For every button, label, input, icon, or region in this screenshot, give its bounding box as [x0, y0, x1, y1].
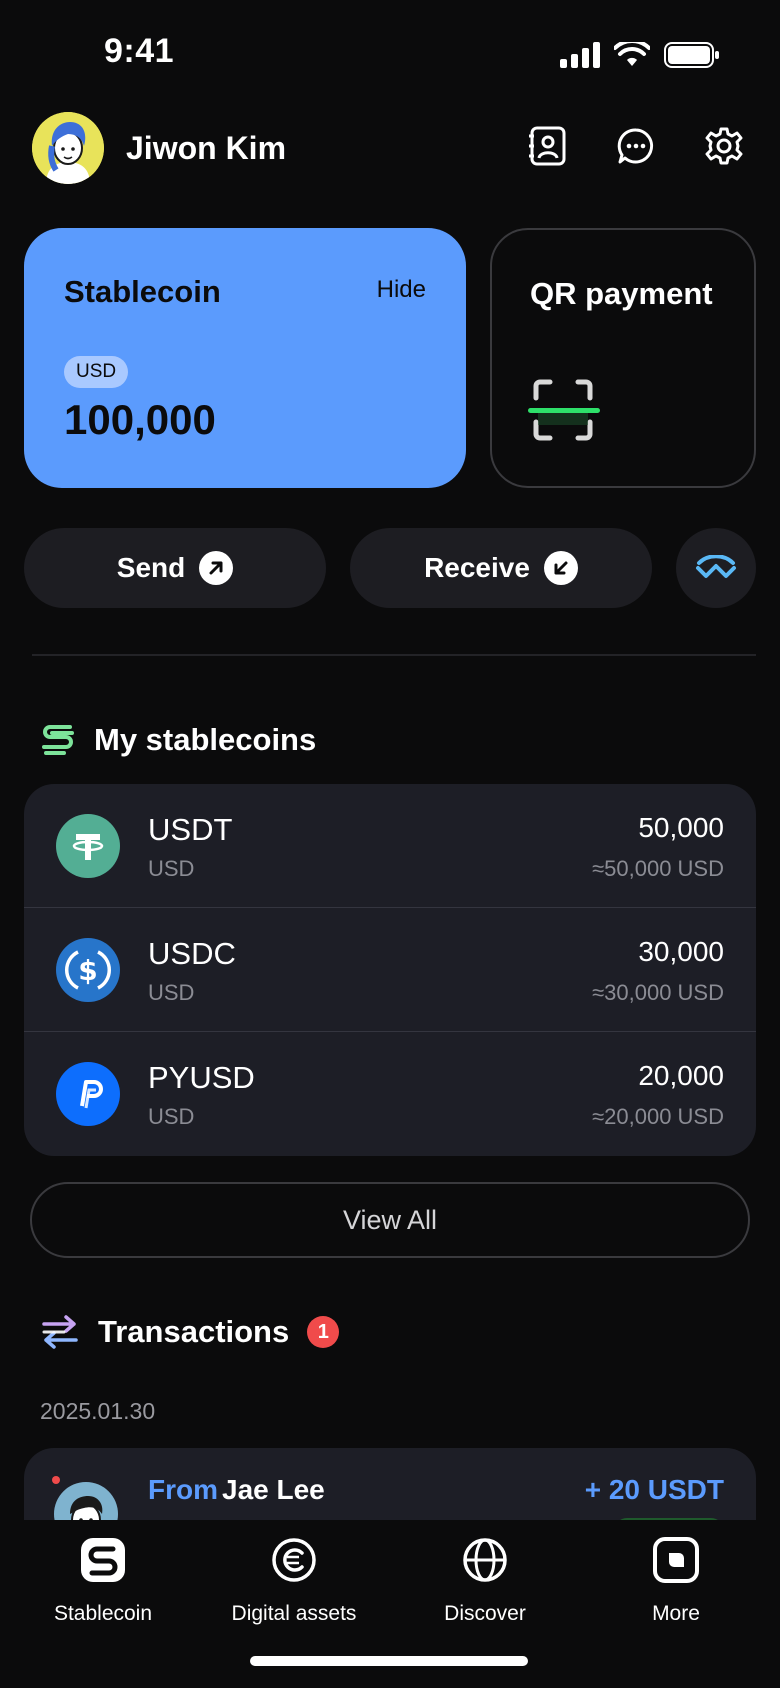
transactions-header: Transactions 1	[40, 1310, 340, 1354]
header-actions	[524, 122, 748, 170]
tab-label: More	[652, 1602, 700, 1625]
view-all-button[interactable]: View All	[30, 1182, 750, 1258]
battery-icon	[664, 42, 719, 68]
coin-name: USDC	[148, 936, 236, 971]
user-name: Jiwon Kim	[126, 130, 287, 166]
tab-digital-assets[interactable]: Digital assets	[199, 1536, 389, 1626]
tether-icon	[56, 814, 120, 878]
digital-assets-icon	[270, 1536, 318, 1584]
hide-balance-button[interactable]: Hide	[377, 276, 426, 304]
coin-amount: 50,000	[638, 812, 724, 843]
status-bar: 9:41	[0, 0, 780, 100]
coin-row-pyusd[interactable]: PYUSD USD 20,000 ≈20,000 USD	[24, 1032, 756, 1156]
currency-badge: USD	[64, 356, 129, 388]
coin-name: PYUSD	[148, 1060, 255, 1095]
qr-card-title: QR payment	[530, 276, 713, 311]
transaction-date: 2025.01.30	[40, 1398, 156, 1424]
signal-icon	[560, 42, 600, 68]
coin-list: USDT USD 50,000 ≈50,000 USD $ USDC USD 3…	[24, 784, 756, 1156]
paypal-icon	[56, 1062, 120, 1126]
transfer-arrows-icon	[42, 1315, 78, 1349]
contacts-icon	[529, 126, 566, 166]
arrow-down-left-icon	[543, 551, 578, 585]
divider	[32, 654, 756, 656]
stablecoin-s-icon	[42, 725, 74, 755]
coin-approx-value: ≈50,000 USD	[592, 856, 724, 881]
settings-button[interactable]	[700, 122, 748, 170]
tab-stablecoin[interactable]: Stablecoin	[8, 1536, 198, 1626]
coin-currency: USD	[148, 856, 195, 881]
wifi-icon	[614, 42, 650, 66]
chat-icon	[617, 128, 654, 164]
coin-row-usdt[interactable]: USDT USD 50,000 ≈50,000 USD	[24, 784, 756, 908]
contacts-button[interactable]	[524, 122, 572, 170]
coin-row-usdc[interactable]: $ USDC USD 30,000 ≈30,000 USD	[24, 908, 756, 1032]
receive-label: Receive	[424, 552, 530, 583]
tab-discover[interactable]: Discover	[390, 1536, 580, 1626]
arrow-up-right-icon	[199, 551, 234, 585]
coin-amount: 30,000	[638, 936, 724, 967]
tab-label: Stablecoin	[53, 1602, 153, 1625]
transaction-amount: + 20 USDT	[584, 1474, 724, 1505]
coin-currency: USD	[148, 980, 195, 1005]
stablecoin-icon	[79, 1536, 127, 1584]
qr-scan-icon	[528, 378, 600, 447]
qr-payment-card[interactable]: QR payment	[490, 228, 756, 488]
send-button[interactable]: Send	[24, 528, 326, 608]
tab-label: Discover	[444, 1602, 526, 1625]
balance-amount: 100,000	[64, 396, 216, 443]
receive-button[interactable]: Receive	[350, 528, 652, 608]
my-stablecoins-header: My stablecoins	[40, 718, 316, 762]
my-stablecoins-title: My stablecoins	[94, 722, 317, 757]
coin-approx-value: ≈20,000 USD	[592, 1104, 724, 1129]
more-icon	[652, 1536, 700, 1584]
stablecoin-card-title: Stablecoin	[64, 274, 221, 309]
coin-currency: USD	[148, 1104, 195, 1129]
stablecoin-balance-card[interactable]: Stablecoin Hide USD 100,000	[24, 228, 466, 488]
notification-badge: 1	[307, 1316, 340, 1348]
header: Jiwon Kim	[32, 112, 748, 188]
transactions-title: Transactions	[98, 1314, 290, 1349]
status-icons	[560, 42, 720, 68]
usdc-icon: $	[56, 938, 120, 1002]
coin-name: USDT	[148, 812, 233, 847]
coin-approx-value: ≈30,000 USD	[592, 980, 724, 1005]
avatar[interactable]	[32, 112, 104, 184]
coin-amount: 20,000	[638, 1060, 724, 1091]
walletconnect-button[interactable]	[676, 528, 756, 608]
tab-more[interactable]: More	[581, 1536, 771, 1626]
gear-icon	[705, 127, 743, 165]
home-indicator	[250, 1656, 528, 1666]
walletconnect-icon	[696, 555, 736, 578]
unread-dot	[52, 1476, 60, 1484]
transaction-counterparty: Jae Lee	[222, 1474, 325, 1505]
svg-text:$: $	[78, 954, 97, 987]
globe-icon	[461, 1536, 509, 1584]
transaction-direction: From	[148, 1474, 218, 1505]
chat-button[interactable]	[612, 122, 660, 170]
tab-label: Digital assets	[231, 1602, 357, 1625]
send-label: Send	[116, 552, 186, 583]
status-time: 9:41	[104, 32, 175, 70]
